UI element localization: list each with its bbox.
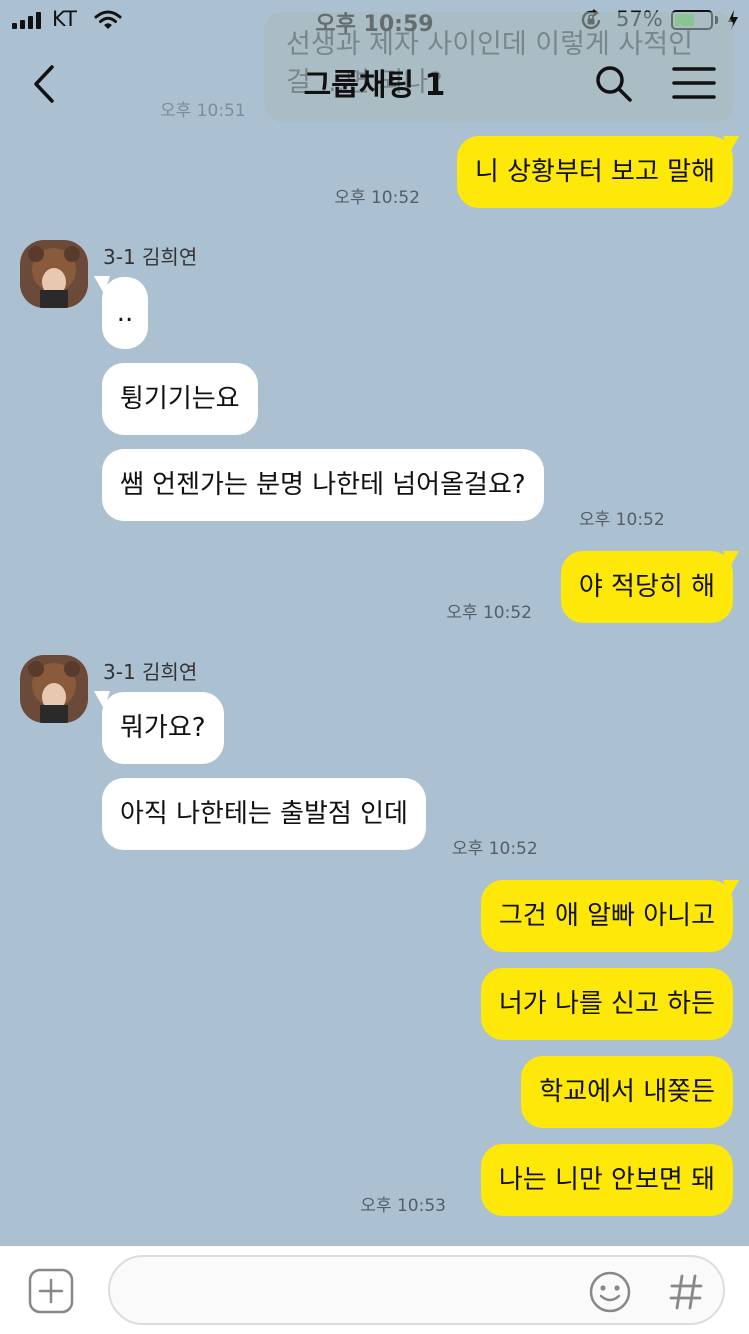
my-message-bubble[interactable]: 니 상황부터 보고 말해	[456, 136, 733, 208]
message-time: 오후 10:52	[452, 839, 538, 859]
my-message-bubble[interactable]: 야 적당히 해	[560, 551, 733, 623]
chat-title: 그룹채팅 1	[303, 68, 446, 103]
message-time: 오후 10:52	[579, 510, 665, 530]
search-icon[interactable]	[594, 64, 634, 104]
my-message-bubble[interactable]: 나는 니만 안보면 돼	[480, 1144, 733, 1216]
their-message-bubble[interactable]: 튕기기는요	[102, 363, 258, 435]
bubble-tail	[723, 551, 739, 569]
bubble-tail	[723, 880, 739, 898]
avatar[interactable]	[20, 240, 88, 308]
sender-name: 3-1 김희연	[103, 245, 198, 269]
message-time: 오후 10:53	[360, 1196, 446, 1216]
message-input[interactable]	[108, 1255, 725, 1325]
message-time: 오후 10:52	[446, 603, 532, 623]
their-message-bubble[interactable]: 아직 나한테는 출발점 인데	[102, 778, 426, 850]
emoji-icon[interactable]	[588, 1270, 632, 1314]
their-message-bubble[interactable]: 뭐가요?	[102, 692, 224, 764]
my-message-bubble[interactable]: 그건 애 알빠 아니고	[480, 880, 733, 952]
message-time: 오후 10:52	[334, 188, 420, 208]
their-message-bubble[interactable]: 쌤 언젠가는 분명 나한테 넘어올걸요?	[102, 449, 544, 521]
avatar[interactable]	[20, 655, 88, 723]
my-message-bubble[interactable]: 학교에서 내쫒든	[521, 1056, 733, 1128]
their-message-bubble[interactable]: ..	[102, 277, 148, 349]
menu-icon[interactable]	[672, 66, 716, 100]
my-message-bubble[interactable]: 너가 나를 신고 하든	[480, 968, 733, 1040]
hashtag-icon[interactable]	[668, 1272, 704, 1312]
add-attachment-icon[interactable]	[28, 1268, 74, 1314]
banner-line-1: 선생과 제자 사이인데 이렇게 사적인	[286, 29, 693, 60]
bubble-tail	[723, 136, 739, 154]
sender-name: 3-1 김희연	[103, 660, 198, 684]
